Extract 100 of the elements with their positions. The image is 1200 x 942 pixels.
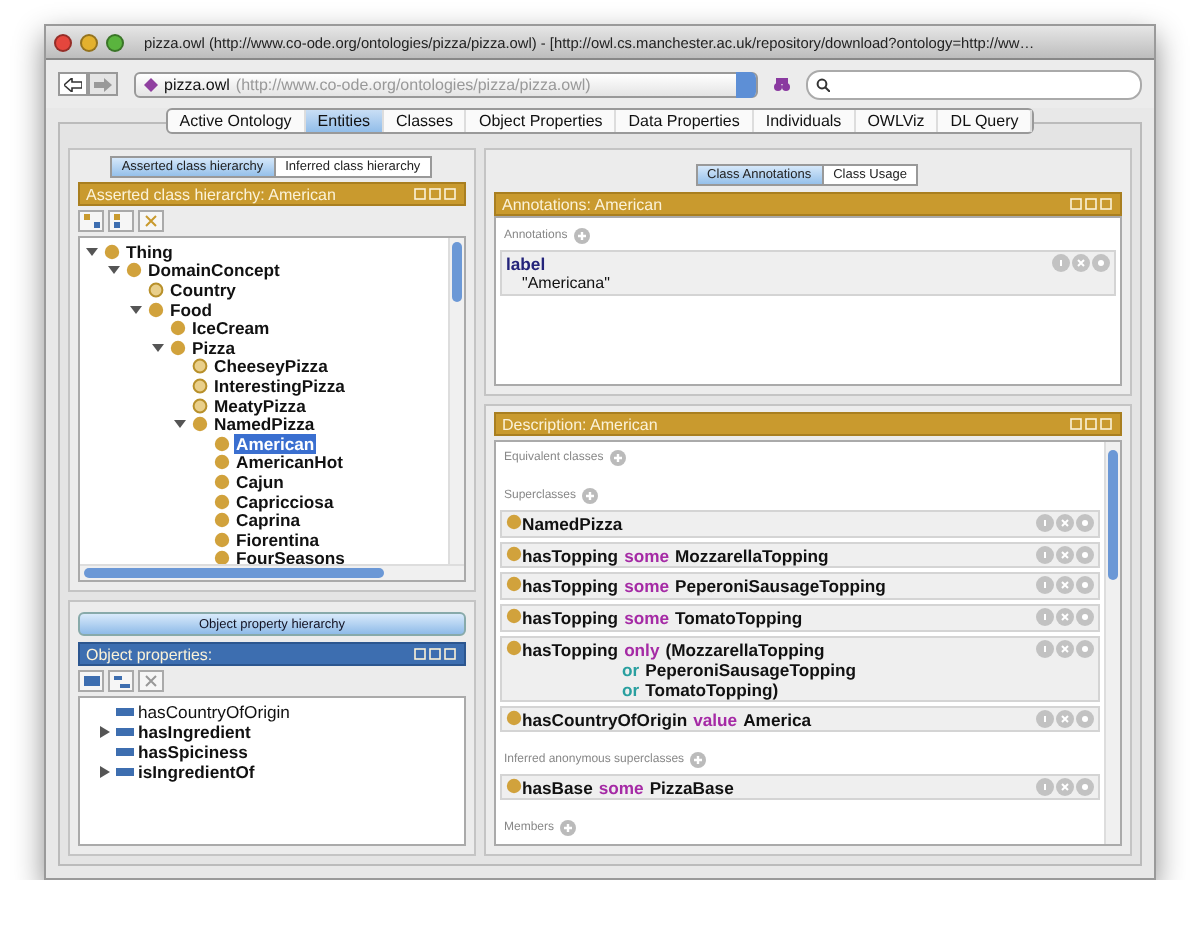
- delete-button[interactable]: [1056, 576, 1074, 595]
- dot-icon: [1080, 781, 1090, 792]
- delete-icon: [144, 214, 158, 228]
- panel-controls-icon[interactable]: [414, 648, 458, 660]
- panel-controls-icon[interactable]: [414, 188, 458, 200]
- delete-class-button[interactable]: [138, 210, 164, 232]
- expression-token: PeperoniSausageTopping: [645, 659, 856, 680]
- expanded-triangle-icon[interactable]: [152, 341, 164, 354]
- info-button[interactable]: [1052, 254, 1070, 272]
- info-button[interactable]: [1036, 545, 1054, 564]
- delete-button[interactable]: [1072, 254, 1090, 272]
- add-subclass-button[interactable]: [78, 210, 104, 232]
- collapsed-triangle-icon[interactable]: [99, 766, 109, 778]
- info-button[interactable]: [1036, 639, 1054, 658]
- property-item[interactable]: hasSpiciness: [138, 742, 248, 762]
- tree-item[interactable]: Country: [168, 279, 238, 300]
- property-item[interactable]: hasIngredient: [138, 722, 251, 742]
- tree-item[interactable]: Capricciosa: [234, 491, 336, 512]
- class-expression-row[interactable]: hasCountryOfOrigin value America: [500, 705, 1100, 733]
- tree-item[interactable]: Food: [168, 299, 214, 320]
- expanded-triangle-icon[interactable]: [174, 418, 186, 431]
- panel-title: Description: American: [502, 415, 658, 433]
- close-icon: [1060, 549, 1070, 560]
- search-field[interactable]: [806, 69, 1142, 99]
- binoculars-icon[interactable]: [774, 77, 790, 91]
- tab[interactable]: Object Properties: [466, 110, 617, 132]
- expression-token: PizzaBase: [649, 777, 734, 798]
- back-button[interactable]: [58, 72, 88, 96]
- close-button[interactable]: [54, 33, 72, 51]
- add-icon[interactable]: [609, 450, 626, 467]
- info-button[interactable]: [1036, 514, 1054, 533]
- tree-item[interactable]: Fiorentina: [234, 529, 322, 550]
- tab[interactable]: Data Properties: [616, 110, 754, 132]
- tree-item[interactable]: Pizza: [190, 337, 237, 358]
- forward-arrow-icon: [94, 77, 112, 91]
- add-icon[interactable]: [560, 819, 577, 836]
- tab[interactable]: Classes: [384, 110, 467, 132]
- tab[interactable]: Entities: [305, 110, 385, 132]
- property-item[interactable]: isIngredientOf: [138, 762, 255, 782]
- property-item[interactable]: hasCountryOfOrigin: [138, 702, 290, 722]
- class-expression-row[interactable]: hasTopping some TomatoTopping: [500, 604, 1100, 632]
- tree-item[interactable]: DomainConcept: [146, 260, 282, 281]
- edit-button[interactable]: [1092, 254, 1110, 272]
- tab[interactable]: DL Query: [938, 110, 1033, 132]
- expanded-triangle-icon[interactable]: [108, 264, 120, 277]
- tree-item[interactable]: Thing: [124, 241, 175, 262]
- dot-icon: [1080, 580, 1090, 591]
- delete-button[interactable]: [1056, 514, 1074, 533]
- tree-item[interactable]: InterestingPizza: [212, 375, 347, 396]
- info-button[interactable]: [1036, 777, 1054, 796]
- info-button[interactable]: [1036, 608, 1054, 627]
- tree-item[interactable]: Caprina: [234, 510, 302, 531]
- class-expression-row[interactable]: hasTopping some MozzarellaTopping: [500, 541, 1100, 569]
- class-expression-row[interactable]: hasTopping only (MozzarellaTopping or PeperoniSausageTopping or TomatoTopping): [500, 635, 1100, 702]
- panel-controls-icon[interactable]: [1070, 198, 1114, 210]
- panel-title: Object properties:: [86, 645, 213, 663]
- edit-button[interactable]: [1076, 777, 1094, 796]
- delete-button[interactable]: [1056, 777, 1074, 796]
- tree-item[interactable]: IceCream: [190, 318, 272, 339]
- class-icon: [506, 777, 522, 794]
- add-icon[interactable]: [690, 751, 707, 767]
- tree-item[interactable]: Cajun: [234, 471, 286, 492]
- expanded-triangle-icon[interactable]: [130, 303, 142, 316]
- add-sibling-property-button[interactable]: [108, 670, 134, 692]
- delete-property-button[interactable]: [138, 670, 164, 692]
- tree-item[interactable]: MeatyPizza: [212, 395, 308, 416]
- tree-item[interactable]: American: [234, 433, 317, 454]
- ontology-selector[interactable]: pizza.owl (http://www.co-ode.org/ontologies/pizza/pizza.owl): [134, 71, 758, 97]
- zoom-button[interactable]: [106, 33, 124, 51]
- add-icon[interactable]: [582, 487, 599, 504]
- vertical-scrollbar[interactable]: [1104, 442, 1120, 844]
- horizontal-scrollbar[interactable]: [80, 564, 464, 580]
- delete-button[interactable]: [1056, 709, 1074, 728]
- tree-item[interactable]: FourSeasons: [234, 548, 347, 569]
- tree-item[interactable]: CheeseyPizza: [212, 356, 330, 377]
- add-subclass-icon: [83, 214, 99, 228]
- collapsed-triangle-icon[interactable]: [99, 726, 109, 738]
- delete-button[interactable]: [1056, 608, 1074, 627]
- class-expression-row[interactable]: NamedPizza: [500, 510, 1100, 538]
- edit-button[interactable]: [1076, 709, 1094, 728]
- class-expression-row[interactable]: hasBase some PizzaBase: [500, 773, 1100, 801]
- close-icon: [1060, 518, 1070, 529]
- delete-button[interactable]: [1056, 545, 1074, 564]
- info-button[interactable]: [1036, 576, 1054, 595]
- add-sibling-button[interactable]: [108, 210, 134, 232]
- expression-token: hasBase: [522, 777, 593, 798]
- info-button[interactable]: [1036, 709, 1054, 728]
- tab[interactable]: Individuals: [753, 110, 856, 132]
- tab[interactable]: OWLViz: [855, 110, 939, 132]
- class-expression-row[interactable]: hasTopping some PeperoniSausageTopping: [500, 572, 1100, 601]
- add-subproperty-button[interactable]: [78, 670, 104, 692]
- minimize-button[interactable]: [80, 33, 98, 51]
- panel-controls-icon[interactable]: [1070, 418, 1114, 430]
- add-sibling-icon: [113, 675, 129, 687]
- vertical-scrollbar[interactable]: [448, 238, 464, 564]
- tree-item[interactable]: AmericanHot: [234, 452, 345, 473]
- expanded-triangle-icon[interactable]: [86, 245, 98, 258]
- delete-button[interactable]: [1056, 639, 1074, 658]
- add-icon[interactable]: [573, 227, 590, 243]
- tree-item[interactable]: NamedPizza: [212, 414, 317, 435]
